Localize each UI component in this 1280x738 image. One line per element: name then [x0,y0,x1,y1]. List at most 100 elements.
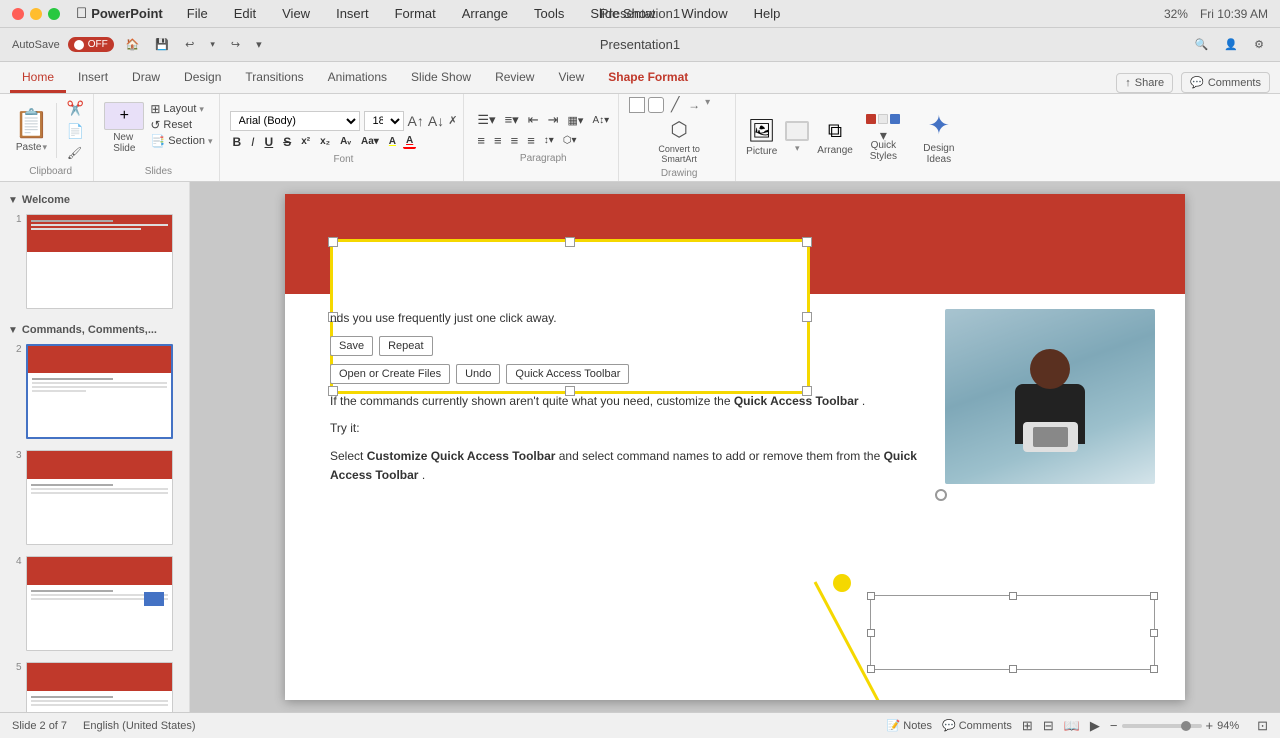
char-spacing-btn[interactable]: Aᵥ [337,135,354,148]
autosave-toggle[interactable]: OFF [68,37,114,52]
bold-btn[interactable]: B [230,134,245,150]
bullet-list-btn[interactable]: ☰▾ [474,111,498,129]
slide-2-thumb[interactable] [26,344,173,439]
tab-animations[interactable]: Animations [316,64,399,93]
apple-menu[interactable]:  [72,3,91,24]
picture-btn[interactable]: 🖼 Picture [746,118,777,157]
arrange-btn[interactable]: ⧉ Arrange [817,120,853,156]
save-icon[interactable]: 💾 [151,36,173,53]
tab-slideshow[interactable]: Slide Show [399,64,483,93]
menu-insert[interactable]: Insert [332,4,373,23]
save-cmd-btn[interactable]: Save [330,336,373,356]
tb2-handle-br[interactable] [1150,665,1158,673]
more-qa-icon[interactable]: ▾ [252,36,266,53]
tab-transitions[interactable]: Transitions [233,64,315,93]
repeat-cmd-btn[interactable]: Repeat [379,336,432,356]
tb2-handle-ml[interactable] [867,629,875,637]
slide-5-thumb[interactable] [26,662,173,712]
minimize-dot[interactable] [30,8,42,20]
menu-file[interactable]: File [183,4,212,23]
clear-format-btn[interactable]: ✗ [448,114,457,127]
convert-smartart-btn[interactable]: ⬡ Convert toSmartArt [652,117,707,164]
columns-btn[interactable]: ▦▾ [565,113,587,128]
align-right-btn[interactable]: ≡ [508,132,522,149]
font-size-select[interactable]: 18 [364,111,404,131]
tab-shape-format[interactable]: Shape Format [596,64,700,93]
design-ideas-btn[interactable]: ✦ Design Ideas [914,110,964,165]
comments-button[interactable]: 💬 Comments [1181,72,1270,93]
slideshow-btn[interactable]: ▶ [1090,718,1100,734]
search-icon[interactable]: 🔍 [1191,36,1213,53]
tab-design[interactable]: Design [172,64,233,93]
handle-tc[interactable] [565,237,575,247]
slide-canvas[interactable]: nds you use frequently just one click aw… [285,194,1185,700]
normal-view-btn[interactable]: ⊞ [1022,718,1033,734]
handle-tl[interactable] [328,237,338,247]
open-files-btn[interactable]: Open or Create Files [330,364,450,384]
cut-icon[interactable]: ✂️ [64,99,87,118]
shape-rounded-rect[interactable] [648,97,664,113]
handle-tr[interactable] [802,237,812,247]
menu-help[interactable]: Help [750,4,785,23]
zoom-in-btn[interactable]: + [1206,718,1214,733]
tab-view[interactable]: View [546,64,596,93]
comments-status-btn[interactable]: 💬 Comments [942,719,1012,732]
superscript-btn[interactable]: x² [298,135,313,148]
tab-insert[interactable]: Insert [66,64,120,93]
undo-icon[interactable]: ↩ [181,36,198,53]
paste-arrow[interactable]: ▾ [42,142,47,153]
menu-format[interactable]: Format [391,4,440,23]
smart-art-btn[interactable]: ⬡▾ [560,134,580,147]
layout-btn[interactable]: ⊞ Layout ▾ [150,102,212,116]
close-dot[interactable] [12,8,24,20]
picture-style-arrow[interactable]: ▾ [795,143,800,154]
font-size-increase-btn[interactable]: A↑ [408,113,424,129]
tb2-handle-tl[interactable] [867,592,875,600]
notes-btn[interactable]: 📝 Notes [887,719,932,732]
menu-view[interactable]: View [278,4,314,23]
line-spacing-btn[interactable]: ↕▾ [541,134,557,147]
justify-btn[interactable]: ≡ [524,132,538,149]
home-icon[interactable]: 🏠 [122,36,144,53]
tab-review[interactable]: Review [483,64,546,93]
font-family-select[interactable]: Arial (Body) [230,111,360,131]
user-icon[interactable]: 👤 [1220,36,1242,53]
align-left-btn[interactable]: ≡ [474,132,488,149]
shapes-more[interactable]: ▾ [705,97,710,113]
tb2-handle-bc[interactable] [1009,665,1017,673]
menu-edit[interactable]: Edit [230,4,260,23]
decrease-indent-btn[interactable]: ⇤ [525,111,542,129]
slide-3-thumb[interactable] [26,450,173,545]
menu-arrange[interactable]: Arrange [458,4,512,23]
zoom-out-btn[interactable]: − [1110,718,1118,733]
increase-indent-btn[interactable]: ⇥ [545,111,562,129]
paste-btn[interactable]: 📋 Paste ▾ [14,107,49,153]
align-center-btn[interactable]: ≡ [491,132,505,149]
slide-sorter-btn[interactable]: ⊟ [1043,718,1054,734]
tb2-handle-tr[interactable] [1150,592,1158,600]
section-commands-header[interactable]: ▼ Commands, Comments,... [8,324,181,336]
quick-styles-btn[interactable]: ▾ Quick Styles [861,114,906,162]
shape-line[interactable]: ╱ [667,97,683,113]
redo-icon[interactable]: ↪ [227,36,244,53]
strikethrough-btn[interactable]: S [280,134,294,150]
format-painter-icon[interactable]: 🖌 [64,145,87,161]
menu-tools[interactable]: Tools [530,4,568,23]
slide-1-thumb[interactable] [26,214,173,309]
tb2-handle-bl[interactable] [867,665,875,673]
change-case-btn[interactable]: Aa▾ [358,135,382,148]
section-welcome-header[interactable]: ▼ Welcome [8,194,181,206]
underline-btn[interactable]: U [262,134,277,150]
share-button[interactable]: ↑ Share [1116,73,1173,93]
reading-view-btn[interactable]: 📖 [1064,718,1080,734]
resize-circle-handle[interactable] [935,489,947,501]
slide-4-thumb[interactable] [26,556,173,651]
menu-window[interactable]: Window [677,4,731,23]
undo-arrow[interactable]: ▾ [206,37,219,52]
font-size-decrease-btn[interactable]: A↓ [428,113,444,129]
tab-draw[interactable]: Draw [120,64,172,93]
maximize-dot[interactable] [48,8,60,20]
quick-access-toolbar-btn[interactable]: Quick Access Toolbar [506,364,629,384]
shape-rect[interactable] [629,97,645,113]
text-direction-btn[interactable]: A↕▾ [589,114,612,127]
